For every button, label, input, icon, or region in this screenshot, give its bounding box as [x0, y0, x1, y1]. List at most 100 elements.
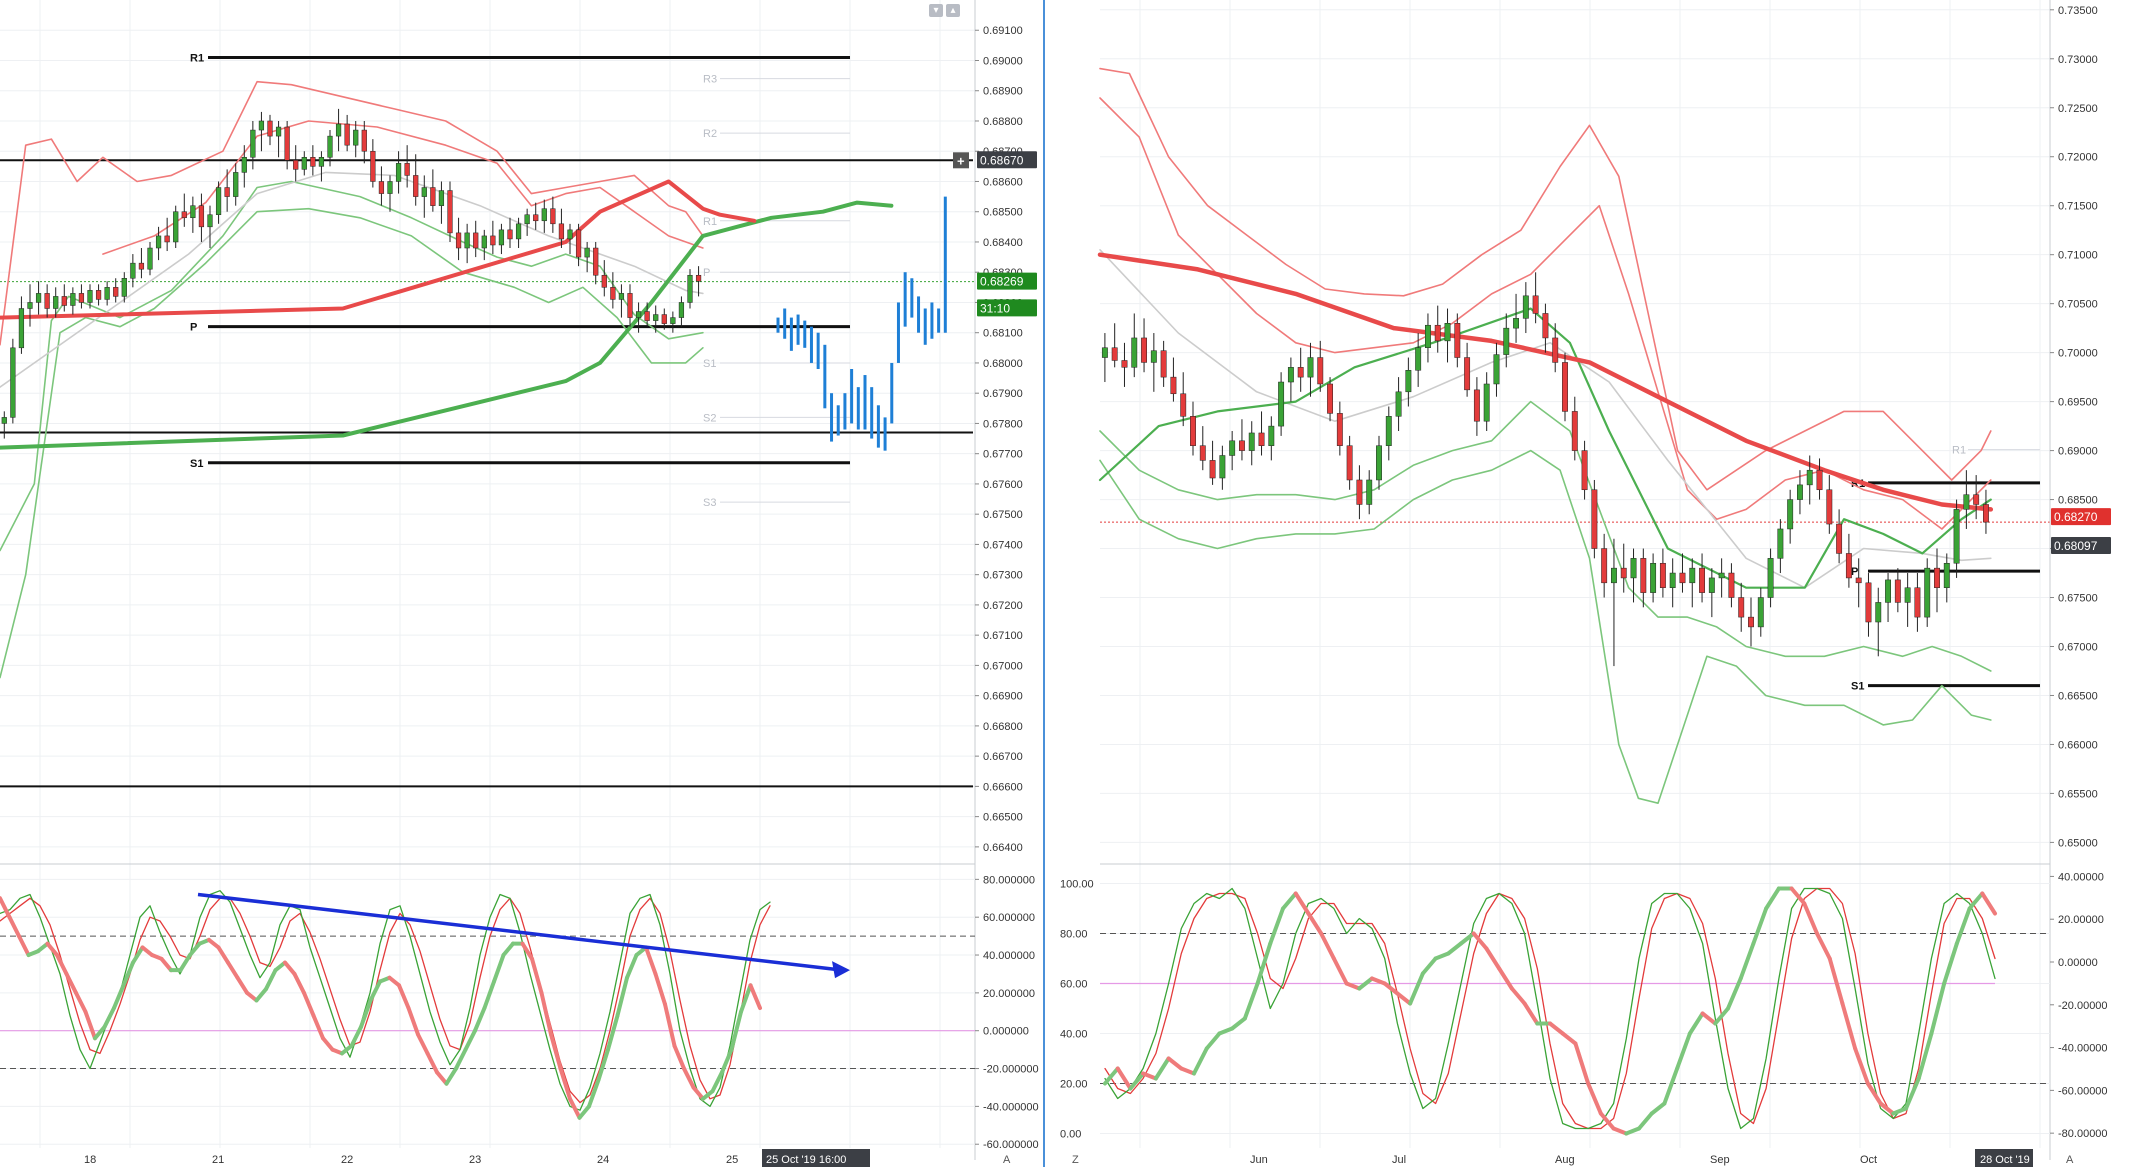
candle-body [1983, 504, 1989, 523]
price-axis-label: 0.66800 [983, 721, 1023, 733]
indicator-left-axis-label: 80.00 [1060, 929, 1088, 941]
signal-line-segment [1306, 911, 1324, 936]
time-axis-label: 21 [212, 1154, 224, 1166]
price-axis-label: 0.68500 [983, 207, 1023, 219]
signal-line-segment [1611, 1126, 1629, 1136]
candle-body [215, 187, 222, 215]
price-axis-label: 0.68500 [2058, 495, 2098, 507]
moving-average-gray [1099, 249, 1992, 589]
signal-line-segment [1548, 1021, 1565, 1036]
divergence-arrow-head [832, 961, 850, 979]
candle-body [1219, 455, 1226, 479]
price-axis-label: 0.68900 [983, 86, 1023, 98]
signal-line-segment [1751, 906, 1769, 946]
price-tag: 31:10 [977, 299, 1037, 317]
candle-body [507, 229, 513, 240]
signal-line-segment [1815, 931, 1832, 961]
signal-line-segment [17, 934, 31, 958]
candle-body [1659, 562, 1666, 588]
signal-line-segment [1573, 1041, 1591, 1086]
candle-body [1581, 450, 1588, 491]
indicator-axis-label: 0.000000 [983, 1026, 1029, 1038]
candle-body [661, 314, 667, 324]
candle-body [1190, 416, 1196, 446]
price-axis-label: 0.66900 [983, 691, 1023, 703]
candle-body [1845, 553, 1852, 579]
signal-line-segment [1166, 1056, 1184, 1071]
candle-body [1141, 337, 1147, 363]
signal-line-segment [1408, 971, 1425, 1006]
candle-body [1943, 562, 1950, 588]
candle-body [1542, 313, 1549, 339]
signal-line-segment [1230, 1016, 1247, 1031]
price-axis-label: 0.67700 [983, 449, 1023, 461]
price-axis-label: 0.71500 [2058, 201, 2098, 213]
price-tag: 0.68670 [977, 151, 1037, 169]
signal-line-segment [549, 1032, 563, 1071]
candle-body [1875, 602, 1882, 623]
candle-body [653, 314, 659, 321]
chevron-down-icon[interactable]: ▾ [929, 4, 943, 17]
signal-line-segment [83, 1009, 97, 1041]
time-badge-text: 25 Oct '19 16:00 [766, 1154, 846, 1166]
price-axis-label: 0.66700 [983, 751, 1023, 763]
candle-body [130, 262, 136, 279]
signal-line-segment [568, 1096, 582, 1120]
signal-line-segment [1281, 891, 1298, 911]
stochastic-slow-line [1104, 887, 1996, 1130]
candle-body [1209, 460, 1216, 479]
signal-line-segment [1370, 976, 1387, 986]
candle-body [370, 150, 376, 182]
candle-body [430, 187, 436, 206]
candle-body [1160, 350, 1167, 378]
price-axis-label: 0.68800 [983, 116, 1023, 128]
signal-line-segment [691, 1085, 705, 1101]
price-axis-label: 0.73500 [2058, 5, 2098, 17]
faint-pivot-label: R2 [703, 128, 717, 140]
candle-body [18, 308, 25, 349]
candle-body [1934, 567, 1940, 588]
price-axis-label: 0.70000 [2058, 348, 2098, 360]
candle-body [275, 126, 282, 137]
price-axis-label: 0.72500 [2058, 103, 2098, 115]
signal-line-segment [1446, 941, 1463, 956]
candle-body [1650, 562, 1657, 593]
faint-pivot-label: S1 [703, 358, 716, 370]
candle-body [1669, 572, 1676, 588]
candle-body [1885, 579, 1891, 603]
signal-line-segment [1954, 906, 1972, 946]
candle-body [1297, 367, 1304, 378]
candle-body [241, 157, 247, 173]
price-axis-label: 0.67800 [983, 418, 1023, 430]
candle-body [1738, 597, 1745, 618]
price-axis-label: 0.72000 [2058, 152, 2098, 164]
time-axis-label: Oct [1860, 1154, 1877, 1166]
signal-line-segment [1522, 1001, 1540, 1026]
indicator-axis-label: -20.000000 [983, 1064, 1039, 1076]
signal-line-segment [159, 956, 173, 973]
price-axis-label: 0.73000 [2058, 54, 2098, 66]
signal-line-segment [1141, 1071, 1158, 1081]
candle-body [181, 211, 187, 219]
candle-body [601, 274, 607, 288]
candle-body [284, 126, 290, 161]
candle-body [1356, 479, 1363, 505]
candle-body [1101, 347, 1108, 358]
price-tag: 0.68269 [977, 272, 1037, 290]
signal-line-segment [1420, 956, 1438, 976]
price-axis-label: 0.67000 [983, 660, 1023, 672]
indicator-axis-label: -60.00000 [2058, 1085, 2108, 1097]
chevron-up-icon[interactable]: ▴ [946, 4, 960, 17]
signal-line-segment [254, 987, 268, 1003]
signal-line-segment [1153, 1056, 1171, 1081]
candle-body [1620, 567, 1627, 579]
candle-body [1571, 411, 1578, 451]
candle-body [1454, 323, 1461, 358]
signal-line-segment [1293, 891, 1311, 916]
faint-pivot-label: R3 [703, 74, 717, 86]
signal-line-segment [1115, 1066, 1133, 1091]
candle-body [670, 317, 676, 324]
candle-body [1150, 350, 1157, 363]
candle-body [198, 205, 205, 228]
price-axis-label: 0.67600 [983, 479, 1023, 491]
